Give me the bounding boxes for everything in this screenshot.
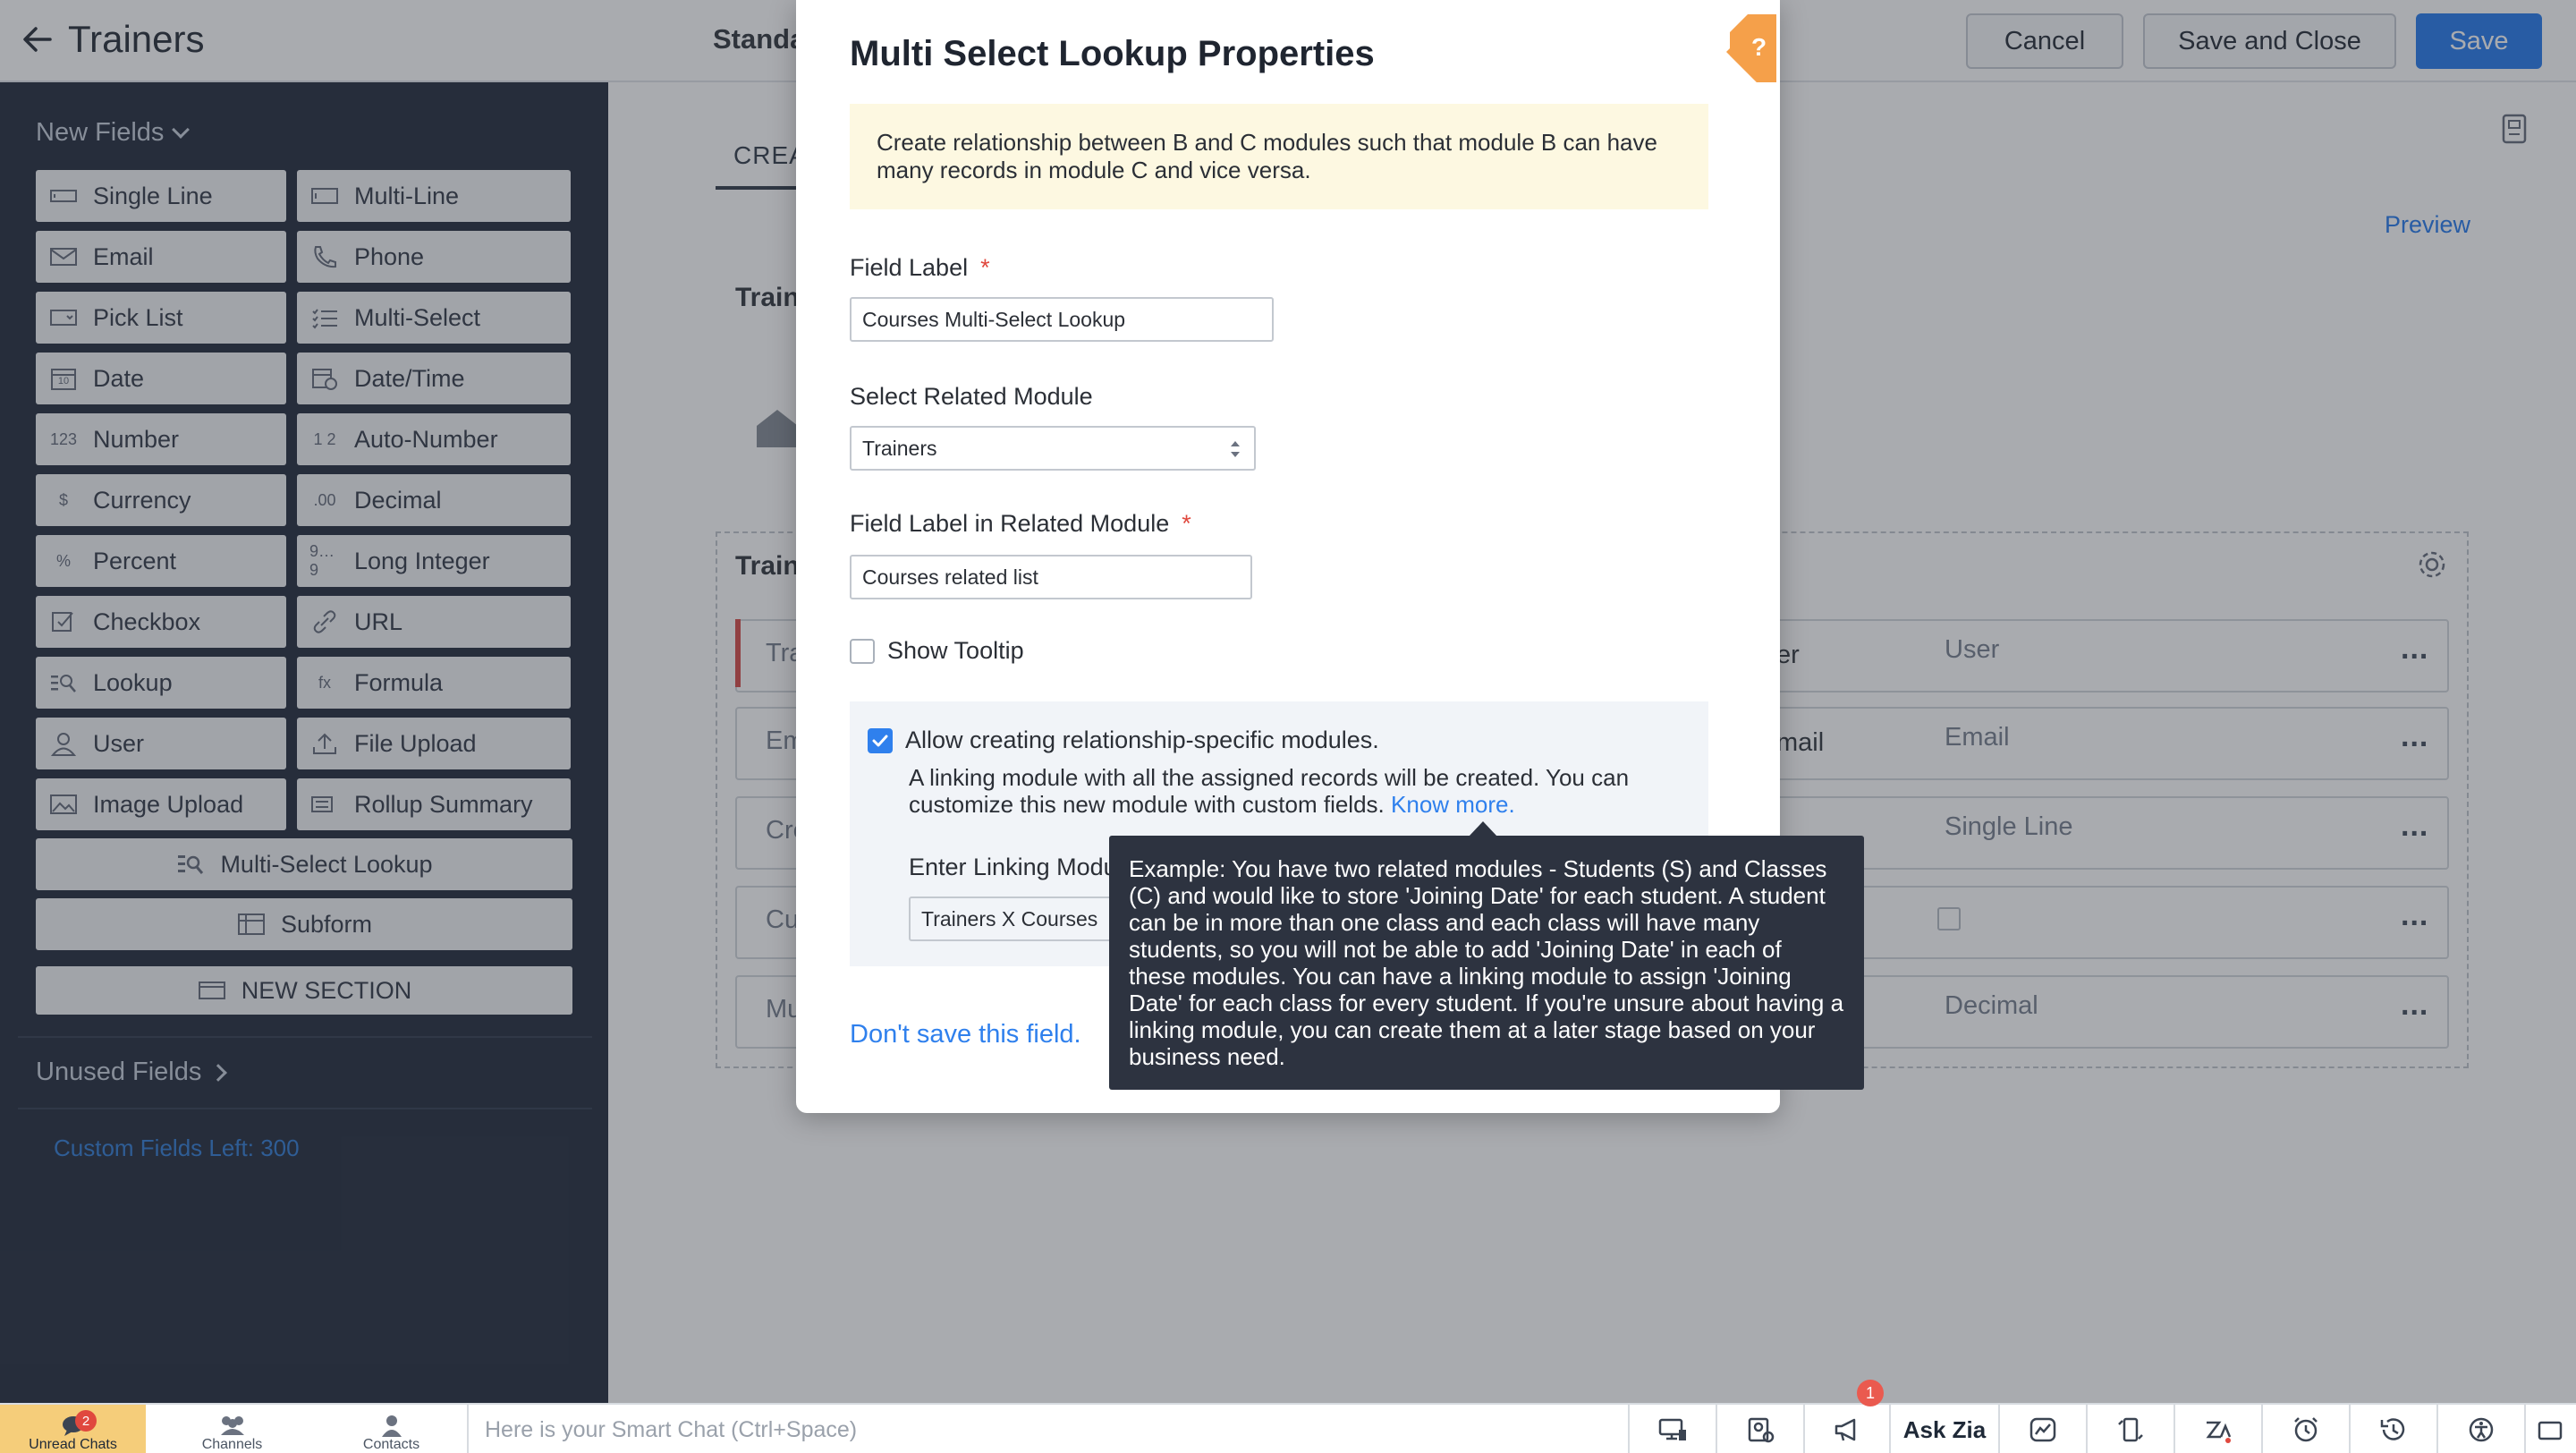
- info-note: Create relationship between B and C modu…: [850, 104, 1708, 209]
- history-button[interactable]: [2349, 1405, 2436, 1453]
- dialog-title: Multi Select Lookup Properties: [850, 34, 1375, 73]
- history-icon: [2380, 1418, 2405, 1440]
- related-module-select[interactable]: Trainers: [850, 426, 1256, 471]
- monitor-icon: [1658, 1418, 1686, 1440]
- allow-relationship-checkbox[interactable]: [868, 728, 893, 753]
- analytics-button[interactable]: [1998, 1405, 2086, 1453]
- know-more-link[interactable]: Know more.: [1391, 791, 1515, 818]
- smart-chat-input[interactable]: Here is your Smart Chat (Ctrl+Space): [485, 1417, 857, 1443]
- show-tooltip-label: Show Tooltip: [887, 637, 1024, 664]
- translate-button[interactable]: [2174, 1405, 2261, 1453]
- required-mark: *: [1182, 510, 1191, 537]
- dont-save-field-link[interactable]: Don't save this field.: [850, 1020, 1081, 1049]
- related-module-label: Select Related Module: [850, 383, 1093, 410]
- contacts-label: Contacts: [362, 1437, 420, 1452]
- mobile-button[interactable]: [2086, 1405, 2174, 1453]
- allow-relationship-label: Allow creating relationship-specific mod…: [905, 726, 1379, 753]
- tooltip-arrow: [1469, 821, 1497, 837]
- unread-chats-tab[interactable]: Unread Chats 2: [0, 1405, 146, 1453]
- meeting-icon: [1748, 1417, 1775, 1443]
- reminder-button[interactable]: [2261, 1405, 2349, 1453]
- channels-label: Channels: [201, 1437, 263, 1452]
- translate-icon: [2206, 1421, 2232, 1443]
- contacts-icon: [381, 1415, 402, 1437]
- channels-icon: [220, 1416, 244, 1435]
- related-field-text: Field Label in Related Module: [850, 510, 1170, 537]
- related-module-value: Trainers: [862, 436, 937, 460]
- linking-module-name-label: Enter Linking Modu: [909, 854, 1117, 880]
- unread-count-badge: 2: [75, 1410, 97, 1432]
- linking-module-description: A linking module with all the assigned r…: [909, 764, 1696, 818]
- tray-icon: [2538, 1421, 2563, 1440]
- accessibility-icon: [2469, 1417, 2494, 1442]
- contacts-tab[interactable]: Contacts: [318, 1405, 464, 1453]
- meeting-button[interactable]: [1716, 1405, 1803, 1453]
- linking-module-name-input[interactable]: Trainers X Courses: [909, 896, 1123, 941]
- notification-badge: 1: [1857, 1380, 1884, 1406]
- field-label-input[interactable]: Courses Multi-Select Lookup: [850, 297, 1274, 342]
- help-glyph: ?: [1751, 33, 1767, 61]
- megaphone-icon: [1835, 1418, 1856, 1441]
- show-tooltip-checkbox[interactable]: [850, 639, 875, 664]
- alarm-clock-icon: [2294, 1417, 2318, 1442]
- analytics-icon: [2029, 1417, 2056, 1442]
- field-label-text: Field Label: [850, 254, 969, 281]
- linking-module-text: A linking module with all the assigned r…: [909, 764, 1630, 818]
- check-icon: [872, 735, 888, 747]
- bottom-bar: Unread Chats 2 Channels Contacts Here is…: [0, 1403, 2576, 1453]
- field-label-label: Field Label *: [850, 254, 990, 282]
- know-more-tooltip: Example: You have two related modules - …: [1109, 836, 1864, 1090]
- related-field-input[interactable]: Courses related list: [850, 555, 1252, 599]
- announcements-button[interactable]: [1803, 1405, 1891, 1453]
- screen-share-button[interactable]: [1628, 1405, 1716, 1453]
- related-field-label: Field Label in Related Module *: [850, 510, 1191, 538]
- accessibility-button[interactable]: [2436, 1405, 2524, 1453]
- mobile-sync-icon: [2118, 1417, 2143, 1442]
- required-mark: *: [980, 254, 990, 281]
- unread-chats-label: Unread Chats: [29, 1437, 117, 1452]
- help-icon[interactable]: ?: [1723, 13, 1792, 82]
- ask-zia-button[interactable]: Ask Zia: [1889, 1405, 1998, 1453]
- select-arrows-icon: [1231, 441, 1240, 457]
- channels-tab[interactable]: Channels: [159, 1405, 305, 1453]
- more-tools-button[interactable]: [2524, 1405, 2576, 1453]
- divider: [467, 1405, 469, 1453]
